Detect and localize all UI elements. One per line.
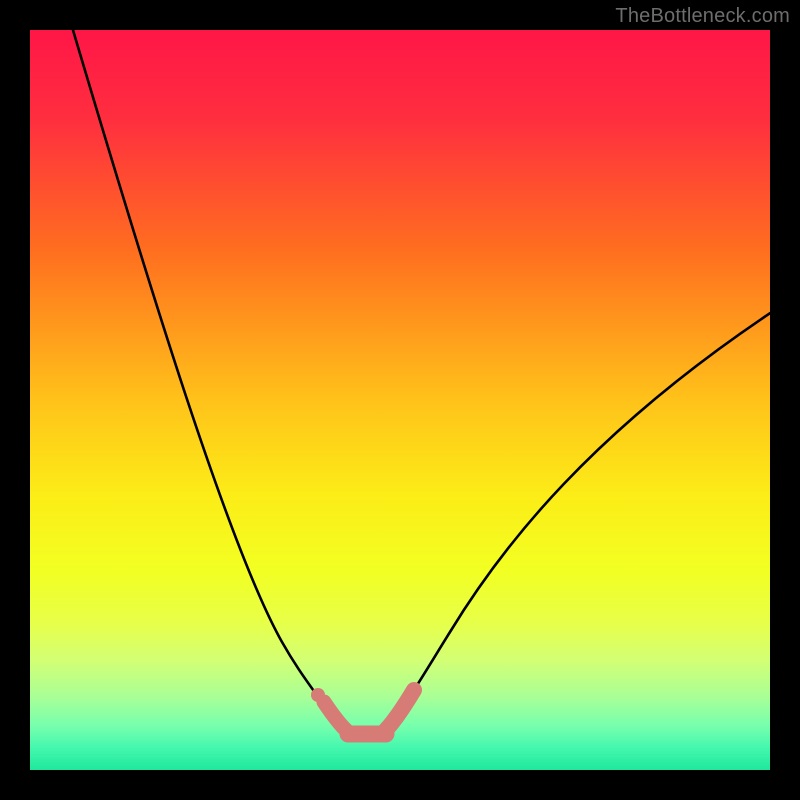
bottleneck-curve: [70, 30, 770, 734]
chart-frame: [30, 30, 770, 770]
highlight-right: [384, 690, 414, 732]
watermark-text: TheBottleneck.com: [615, 5, 790, 28]
bottleneck-curve-svg: [30, 30, 770, 770]
